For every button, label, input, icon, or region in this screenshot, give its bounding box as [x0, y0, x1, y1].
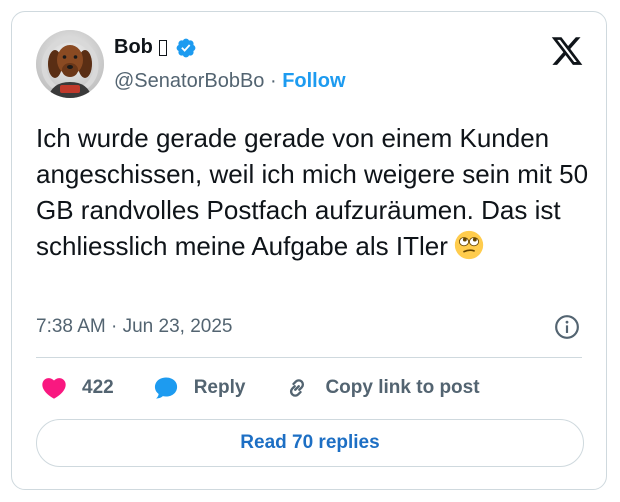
read-replies-button[interactable]: Read 70 replies	[36, 419, 584, 467]
author-name-row: Bob	[114, 36, 197, 59]
author-name[interactable]: Bob	[114, 36, 153, 59]
reply-button[interactable]: Reply	[152, 374, 246, 402]
tweet-card: Bob @SenatorBobBo · Follow Ich wurde ger…	[11, 11, 607, 490]
heart-icon	[42, 378, 66, 399]
reply-label: Reply	[193, 377, 246, 398]
avatar[interactable]	[36, 30, 104, 98]
read-replies-label: Read 70 replies	[240, 432, 380, 453]
rolling-eyes-emoji-icon	[454, 230, 484, 260]
tweet-body: Ich wurde gerade gerade von einem Kunden…	[36, 123, 589, 261]
verified-badge-icon	[176, 38, 196, 57]
x-logo-icon[interactable]	[550, 34, 584, 68]
author-handle-row: @SenatorBobBo · Follow	[114, 70, 346, 93]
follow-button[interactable]: Follow	[282, 70, 345, 92]
like-button[interactable]: 422	[40, 374, 114, 402]
tweet-text: Ich wurde gerade gerade von einem Kunden…	[36, 120, 596, 264]
missing-glyph-icon	[158, 39, 167, 56]
info-icon[interactable]	[554, 314, 580, 340]
link-icon	[290, 379, 305, 397]
separator-dot: ·	[269, 70, 283, 92]
reply-bubble-icon	[154, 377, 177, 399]
tweet-timestamp[interactable]: 7:38 AM · Jun 23, 2025	[36, 316, 232, 338]
copy-link-button[interactable]: Copy link to post	[283, 374, 480, 402]
author-handle[interactable]: @SenatorBobBo	[114, 70, 264, 92]
like-count: 422	[82, 377, 114, 398]
divider	[36, 357, 582, 358]
action-bar: 422 Reply Copy link to post	[40, 374, 518, 402]
copy-link-label: Copy link to post	[325, 377, 480, 398]
